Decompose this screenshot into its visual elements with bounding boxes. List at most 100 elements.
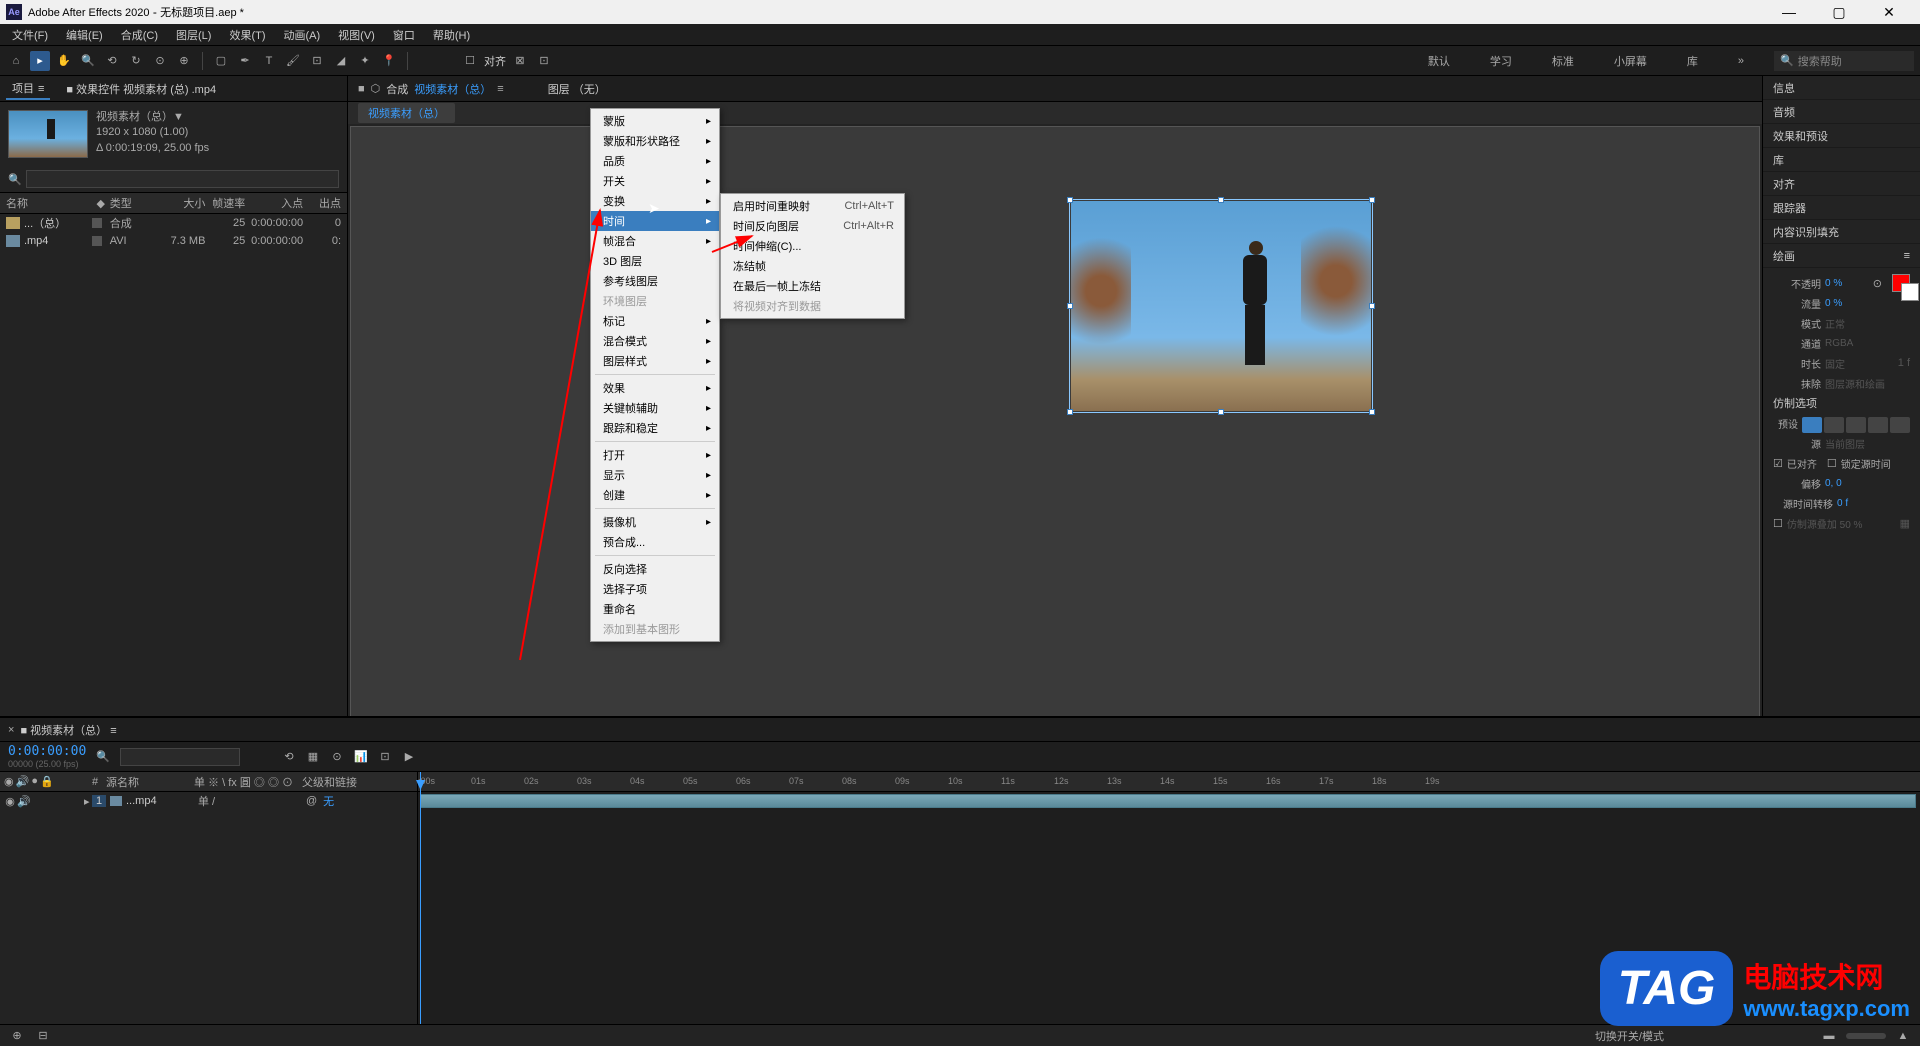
layer-num-header[interactable]: # [84,776,106,788]
erase-dropdown[interactable]: 图层源和绘画 [1825,376,1885,391]
menu-item[interactable]: 蒙版和形状路径▸ [591,131,719,151]
time-ruler[interactable]: :00s01s02s03s04s05s06s07s08s09s10s11s12s… [418,772,1920,792]
preset-5[interactable] [1890,417,1910,433]
layer-tab[interactable]: 图层 （无） [548,81,606,97]
menu-item[interactable]: 创建▸ [591,485,719,505]
submenu-item[interactable]: 启用时间重映射Ctrl+Alt+T [721,196,904,216]
menu-window[interactable]: 窗口 [385,25,423,45]
draft3d-icon[interactable]: ⊡ [376,748,394,766]
anchor-tool[interactable]: ⊕ [174,51,194,71]
hand-tool[interactable]: ✋ [54,51,74,71]
zoom-slider[interactable] [1846,1033,1886,1039]
parent-header[interactable]: 父级和链接 [302,774,413,790]
audio-col-icon[interactable]: 🔊 [16,775,30,788]
zoom-tool[interactable]: 🔍 [78,51,98,71]
offset-value[interactable]: 0, 0 [1825,478,1842,489]
toggle-modes-icon[interactable]: ⊟ [34,1027,52,1045]
menu-item[interactable]: 标记▸ [591,311,719,331]
submenu-item[interactable]: 时间反向图层Ctrl+Alt+R [721,216,904,236]
playhead[interactable] [420,772,421,1024]
handle-tm[interactable] [1218,197,1224,203]
panel-content-aware[interactable]: 内容识别填充 [1763,220,1920,244]
submenu-item[interactable]: 在最后一帧上冻结 [721,276,904,296]
menu-help[interactable]: 帮助(H) [425,25,478,45]
opacity-value[interactable]: 0 % [1825,278,1842,289]
project-search-input[interactable] [26,170,339,188]
panel-effects[interactable]: 效果和预设 [1763,124,1920,148]
menu-item[interactable]: 帧混合▸ [591,231,719,251]
panel-paint-header[interactable]: 绘画 ≡ [1763,244,1920,268]
flowchart-comp[interactable]: 视频素材（总） [358,103,455,123]
menu-item[interactable]: 参考线图层 [591,271,719,291]
canvas-layer[interactable] [1071,201,1371,411]
type-tool[interactable]: T [259,51,279,71]
submenu-item[interactable]: 时间伸缩(C)... [721,236,904,256]
layer-1-clip[interactable] [420,794,1916,808]
comp-name[interactable]: 视频素材（总）▼ [96,110,209,125]
panel-tracker[interactable]: 跟踪器 [1763,196,1920,220]
zoom-out-icon[interactable]: ▬ [1820,1027,1838,1045]
selection-tool[interactable]: ▸ [30,51,50,71]
help-search[interactable]: 🔍 搜索帮助 [1774,51,1914,71]
timeline-search[interactable] [120,748,240,766]
expand-icon[interactable]: ▸ [84,795,92,808]
stamp-tool[interactable]: ⊡ [307,51,327,71]
toggle-switches-icon[interactable]: ⊕ [8,1027,26,1045]
switches-header[interactable]: 单 ※ \ fx 圓 ◎ ◎ ⊙ [194,774,302,790]
av-col-icon[interactable]: ◉ [4,775,14,788]
menu-item[interactable]: 打开▸ [591,445,719,465]
camera-tool[interactable]: ⊙ [150,51,170,71]
frame-blend-icon[interactable]: ▦ [304,748,322,766]
menu-item[interactable]: 图层样式▸ [591,351,719,371]
menu-item[interactable]: 3D 图层 [591,251,719,271]
duration-dropdown[interactable]: 固定 [1825,356,1845,371]
project-tab[interactable]: 项目≡ [6,78,50,100]
layer-1-track[interactable] [418,792,1920,810]
lock-col-icon[interactable]: 🔒 [40,775,54,788]
handle-bm[interactable] [1218,409,1224,415]
menu-effect[interactable]: 效果(T) [221,25,273,45]
flowchart-icon[interactable]: ⬡ [371,82,381,95]
current-timecode[interactable]: 0:00:00:00 [8,744,86,759]
brush-tool[interactable]: 🖌 [283,51,303,71]
switch-mode-label[interactable]: 切换开关/模式 [1595,1028,1664,1044]
home-button[interactable]: ⌂ [6,51,26,71]
project-item-video[interactable]: .mp4 AVI 7.3 MB 25 0:00:00:00 0: [0,232,347,250]
timeline-close-icon[interactable]: × [8,724,14,736]
menu-item[interactable]: 跟踪和稳定▸ [591,418,719,438]
aligned-checkbox[interactable]: ☑ [1773,457,1783,470]
menu-item[interactable]: 关键帧辅助▸ [591,398,719,418]
channel-dropdown[interactable]: RGBA [1825,338,1853,349]
srctime-value[interactable]: 0 f [1837,498,1848,509]
effect-controls-tab[interactable]: ■ 效果控件 视频素材 (总) .mp4 [60,79,222,99]
layer-name[interactable]: ...mp4 [126,795,198,807]
locksrc-checkbox[interactable]: ☐ [1827,457,1837,470]
stopwatch-icon[interactable]: ⊙ [1873,277,1882,290]
zoom-in-icon[interactable]: ▲ [1894,1027,1912,1045]
menu-item[interactable]: 摄像机▸ [591,512,719,532]
pen-tool[interactable]: ✒ [235,51,255,71]
comp-tab[interactable]: 视频素材（总） [414,81,491,97]
menu-item[interactable]: 显示▸ [591,465,719,485]
menu-item[interactable]: 选择子项 [591,579,719,599]
source-dropdown[interactable]: 当前图层 [1825,436,1865,451]
layer-switches[interactable]: 单 / [198,793,306,809]
puppet-tool[interactable]: 📍 [379,51,399,71]
preset-2[interactable] [1824,417,1844,433]
preset-4[interactable] [1868,417,1888,433]
menu-animation[interactable]: 动画(A) [276,25,329,45]
background-swatch[interactable] [1901,283,1919,301]
menu-item[interactable]: 品质▸ [591,151,719,171]
parent-pickwhip-icon[interactable]: @ [306,795,317,807]
workspace-more[interactable]: » [1728,51,1754,71]
solo-col-icon[interactable]: ● [31,775,38,788]
timeline-tab[interactable]: ■ 视频素材（总） ≡ [20,722,116,738]
orbit-tool[interactable]: ⟲ [102,51,122,71]
menu-item[interactable]: 重命名 [591,599,719,619]
handle-ml[interactable] [1067,303,1073,309]
menu-file[interactable]: 文件(F) [4,25,56,45]
workspace-learn[interactable]: 学习 [1480,49,1522,73]
project-item-comp[interactable]: ...（总） 合成 25 0:00:00:00 0 [0,214,347,232]
mode-dropdown[interactable]: 正常 [1825,316,1845,331]
menu-item[interactable]: 效果▸ [591,378,719,398]
